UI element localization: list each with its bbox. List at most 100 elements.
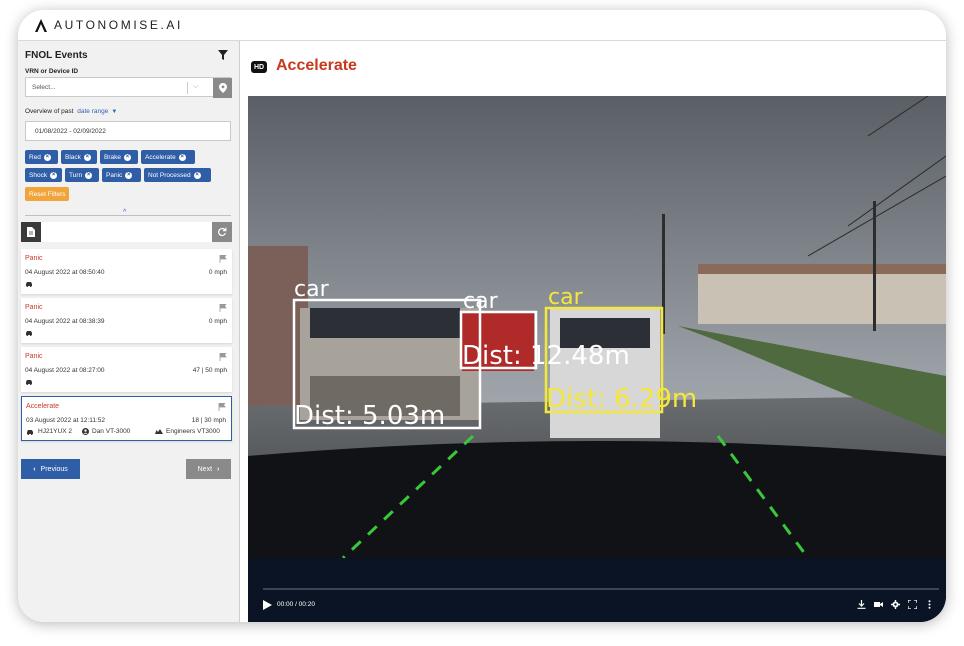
chevron-left-icon: ‹ — [33, 465, 36, 473]
event-item[interactable]: Panic 04 August 2022 at 08:38:39 0 mph — [21, 298, 232, 343]
event-group: Engineers VT3000 — [155, 428, 220, 435]
app-window: AUTONOMISE.AI FNOL Events VRN or Device … — [18, 10, 946, 622]
flag-icon[interactable] — [219, 304, 227, 312]
close-icon[interactable]: × — [50, 171, 58, 179]
sidebar-title: FNOL Events — [25, 50, 88, 61]
event-driver-value: Dan VT-3000 — [92, 428, 131, 435]
event-time: 03 August 2022 at 12:11:52 — [26, 417, 106, 424]
collapse-divider — [25, 215, 231, 216]
vrn-select[interactable]: Select... ⌵ — [25, 77, 232, 98]
close-icon[interactable]: × — [85, 171, 93, 179]
brand-logo: AUTONOMISE.AI — [34, 17, 183, 33]
date-range-value: 01/08/2022 - 02/09/2022 — [35, 128, 106, 135]
detection-distance: Dist: 5.03m — [294, 401, 445, 431]
chevron-up-icon[interactable]: ^ — [123, 209, 126, 216]
detection-label: car — [294, 277, 330, 302]
logo-mark-icon — [35, 18, 47, 32]
chip-label: Brake — [104, 153, 121, 161]
chip-label: Accelerate — [145, 153, 176, 161]
events-toolbar — [21, 222, 232, 242]
event-item-selected[interactable]: Accelerate 03 August 2022 at 12:11:52 18… — [21, 396, 232, 441]
date-range-link[interactable]: date range — [77, 108, 108, 115]
filter-chip-panic[interactable]: Panic × — [102, 168, 141, 182]
car-icon — [26, 282, 32, 287]
video-progress-bar[interactable] — [263, 588, 939, 590]
event-driver: Dan VT-3000 — [82, 428, 130, 435]
event-group-value: Engineers VT3000 — [166, 428, 220, 435]
filter-chip-red[interactable]: Red × — [25, 150, 58, 164]
filter-chip-black[interactable]: Black × — [61, 150, 97, 164]
gear-icon[interactable] — [891, 600, 900, 609]
location-pin-icon — [218, 83, 227, 93]
filter-chip-shock[interactable]: Shock × — [25, 168, 62, 182]
close-icon[interactable]: × — [83, 153, 91, 161]
event-type: Panic — [25, 304, 43, 311]
user-icon — [82, 428, 89, 435]
event-speed: 18 | 30 mph — [191, 417, 226, 424]
flag-icon[interactable] — [218, 403, 226, 411]
previous-button[interactable]: ‹ Previous — [21, 459, 80, 479]
event-vrn-value: HJ21YUX 2 — [38, 428, 72, 435]
close-icon[interactable]: × — [193, 171, 201, 179]
flag-icon[interactable] — [219, 255, 227, 263]
date-range-input[interactable]: 01/08/2022 - 02/09/2022 — [25, 121, 231, 141]
dashcam-video[interactable]: car Dist: 5.03m car Dist: 12.48m car Dis… — [248, 96, 946, 622]
brand-name: AUTONOMISE.AI — [54, 18, 183, 32]
overview-prefix: Overview of past — [25, 108, 74, 115]
filter-chip-accelerate[interactable]: Accelerate × — [141, 150, 195, 164]
car-icon — [27, 429, 33, 435]
chip-label: Turn — [69, 171, 83, 179]
refresh-button[interactable] — [212, 222, 232, 242]
event-speed: 0 mph — [208, 269, 227, 276]
play-icon[interactable] — [263, 600, 272, 610]
chevron-down-icon[interactable]: ⌵ — [193, 83, 198, 91]
chip-label: Shock — [29, 171, 48, 179]
dashcam-frame: car Dist: 5.03m car Dist: 12.48m car Dis… — [248, 96, 946, 558]
event-vrn: HJ21YUX 2 — [26, 428, 72, 435]
event-item[interactable]: Panic 04 August 2022 at 08:50:40 0 mph — [21, 249, 232, 294]
filter-chip-brake[interactable]: Brake × — [100, 150, 138, 164]
export-document-button[interactable] — [21, 222, 41, 242]
close-icon[interactable]: × — [43, 153, 51, 161]
download-icon[interactable] — [857, 600, 866, 609]
hd-badge: HD — [251, 61, 268, 73]
detection-label: car — [548, 285, 584, 310]
more-vertical-icon[interactable] — [925, 600, 934, 609]
fullscreen-icon[interactable] — [908, 600, 917, 609]
next-button[interactable]: Next › — [186, 459, 231, 479]
event-item[interactable]: Panic 04 August 2022 at 08:27:00 47 | 50… — [21, 347, 232, 392]
event-speed: 0 mph — [208, 318, 227, 325]
detection-distance: Dist: 12.48m — [462, 341, 630, 371]
close-icon[interactable]: × — [123, 153, 131, 161]
detection-label: car — [463, 289, 499, 314]
filter-chip-not-processed[interactable]: Not Processed × — [144, 168, 211, 182]
refresh-icon — [218, 227, 227, 237]
group-icon — [155, 429, 163, 434]
video-camera-icon[interactable] — [874, 600, 883, 609]
filter-icon[interactable] — [218, 50, 228, 60]
caret-down-icon[interactable]: ▼ — [111, 109, 117, 115]
overview-text: Overview of past date range ▼ — [25, 108, 117, 115]
close-icon[interactable]: × — [125, 171, 133, 179]
event-speed: 47 | 50 mph — [192, 367, 227, 374]
car-icon — [26, 331, 32, 336]
event-type: Accelerate — [26, 403, 60, 410]
fnol-sidebar: FNOL Events VRN or Device ID Select... ⌵… — [18, 41, 240, 622]
next-label: Next — [197, 465, 213, 473]
location-button[interactable] — [213, 78, 232, 98]
document-icon — [27, 227, 35, 237]
page-title: Accelerate — [276, 57, 357, 74]
reset-filters-button[interactable]: Reset Filters — [25, 187, 70, 201]
flag-icon[interactable] — [219, 353, 227, 361]
filter-chip-turn[interactable]: Turn × — [65, 168, 99, 182]
event-time: 04 August 2022 at 08:50:40 — [25, 269, 105, 276]
chip-label: Red — [29, 153, 41, 161]
detection-distance: Dist: 6.29m — [546, 384, 697, 414]
chip-label: Panic — [106, 171, 123, 179]
vrn-label: VRN or Device ID — [25, 68, 79, 75]
video-controls: 00:00 / 00:20 — [248, 558, 946, 622]
event-time: 04 August 2022 at 08:38:39 — [25, 318, 105, 325]
video-actions — [857, 600, 934, 609]
close-icon[interactable]: × — [178, 153, 186, 161]
previous-label: Previous — [40, 465, 68, 473]
